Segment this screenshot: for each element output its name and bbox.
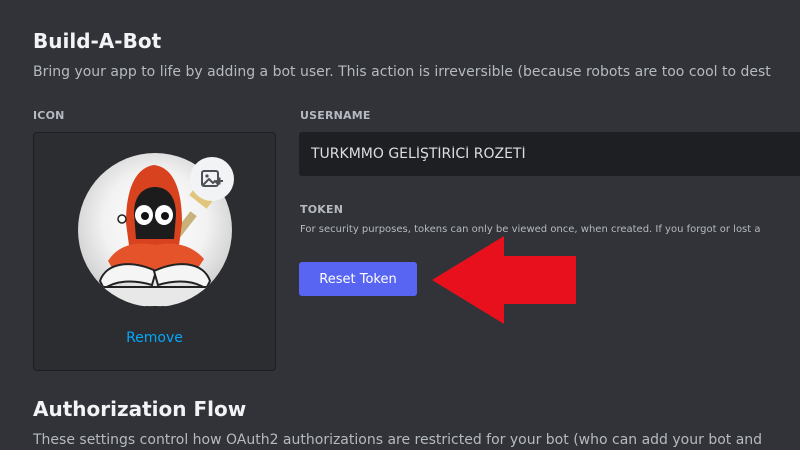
icon-upload-box[interactable]: Remove bbox=[33, 132, 276, 371]
username-label: USERNAME bbox=[300, 109, 371, 122]
username-input[interactable] bbox=[299, 132, 800, 176]
remove-avatar-link[interactable]: Remove bbox=[34, 330, 275, 346]
build-a-bot-description: Bring your app to life by adding a bot u… bbox=[33, 64, 771, 80]
bot-settings-page: Build-A-Bot Bring your app to life by ad… bbox=[0, 0, 800, 450]
reset-token-button[interactable]: Reset Token bbox=[299, 262, 417, 296]
upload-image-button[interactable] bbox=[190, 157, 234, 201]
authorization-flow-title: Authorization Flow bbox=[33, 397, 247, 421]
image-add-icon bbox=[201, 170, 223, 187]
authorization-flow-description: These settings control how OAuth2 author… bbox=[33, 432, 763, 448]
icon-label: ICON bbox=[33, 109, 65, 122]
token-label: TOKEN bbox=[300, 203, 344, 216]
red-arrow-annotation bbox=[432, 236, 576, 324]
build-a-bot-title: Build-A-Bot bbox=[33, 29, 162, 53]
token-security-note: For security purposes, tokens can only b… bbox=[300, 224, 761, 235]
